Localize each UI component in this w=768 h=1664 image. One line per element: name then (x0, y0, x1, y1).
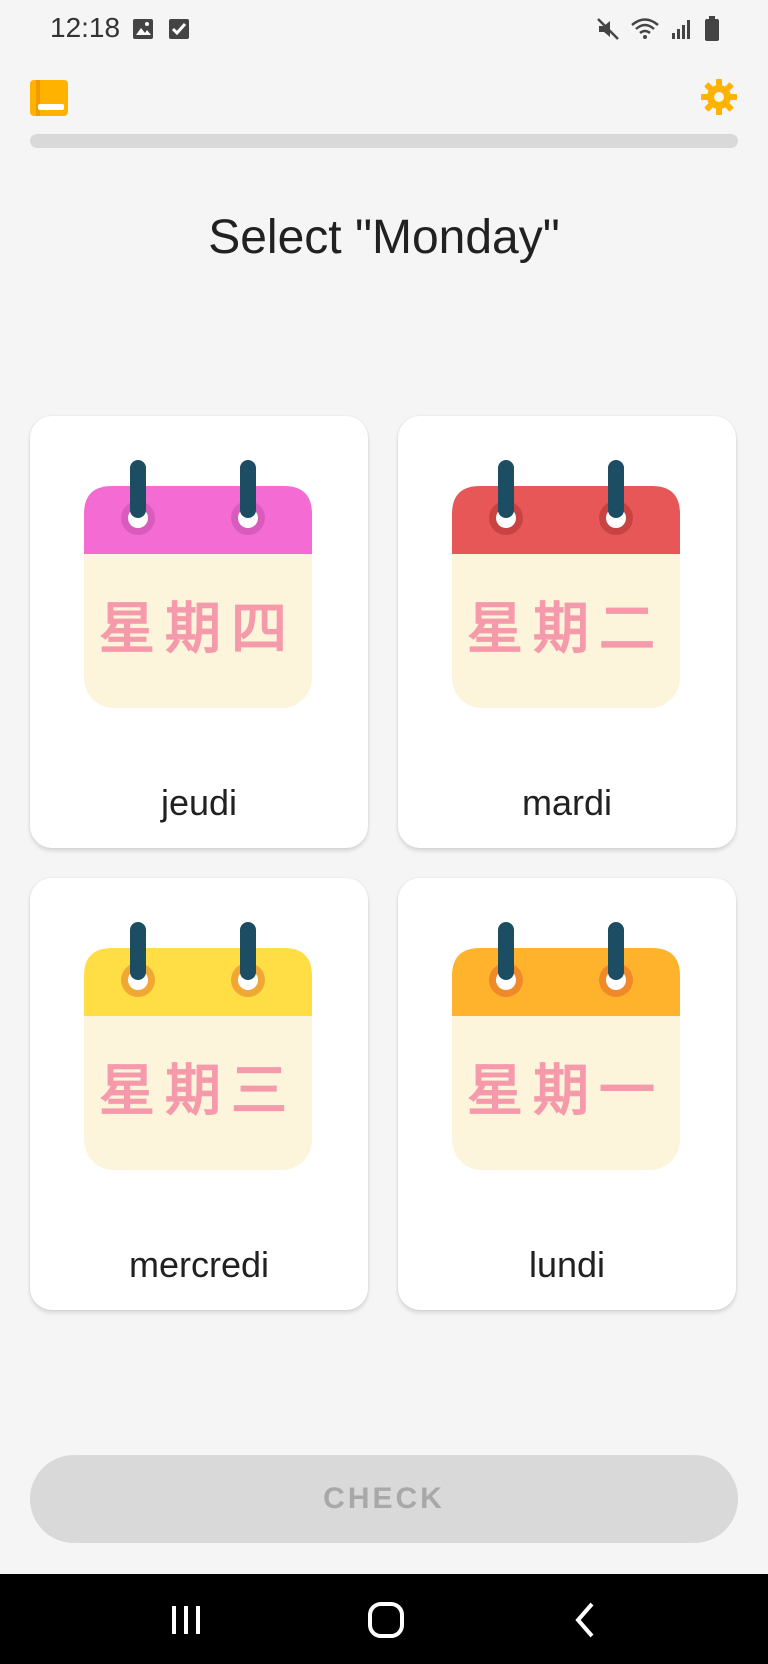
calendar-text: 星期二 (467, 597, 665, 662)
navigation-bar (0, 1574, 768, 1664)
lesson-progress-bar (30, 134, 738, 148)
checkbox-icon (169, 19, 189, 39)
card-label: mercredi (128, 1244, 270, 1285)
card-label: mardi (521, 782, 613, 823)
back-icon[interactable] (564, 1598, 608, 1642)
home-icon[interactable] (364, 1598, 408, 1642)
answer-card-mercredi[interactable]: 星期三 mercredi (30, 878, 368, 1310)
status-time: 12:18 (50, 12, 121, 43)
status-bar: 12:18 (0, 0, 768, 58)
gear-icon[interactable] (700, 78, 738, 116)
answer-card-jeudi[interactable]: 星期四 jeudi (30, 416, 368, 848)
calendar-text: 星期四 (99, 597, 297, 662)
card-label: lundi (528, 1244, 606, 1285)
signal-icon (672, 20, 690, 39)
top-bar (0, 70, 768, 130)
book-icon[interactable] (28, 76, 70, 118)
calendar-icon: 星期三 (84, 922, 312, 1170)
card-label: jeudi (160, 782, 238, 823)
image-icon (133, 19, 153, 39)
calendar-icon: 星期二 (452, 460, 680, 708)
answer-card-lundi[interactable]: 星期一 lundi (398, 878, 736, 1310)
question-prompt: Select "Monday" (208, 211, 560, 264)
calendar-icon: 星期一 (452, 922, 680, 1170)
mute-icon (597, 18, 619, 40)
calendar-text: 星期一 (467, 1059, 665, 1124)
check-button[interactable]: CHECK (30, 1455, 738, 1543)
calendar-text: 星期三 (99, 1059, 297, 1124)
battery-icon (705, 16, 719, 41)
recent-apps-icon[interactable] (164, 1598, 208, 1642)
wifi-icon (631, 18, 659, 39)
calendar-icon: 星期四 (84, 460, 312, 708)
answer-card-mardi[interactable]: 星期二 mardi (398, 416, 736, 848)
